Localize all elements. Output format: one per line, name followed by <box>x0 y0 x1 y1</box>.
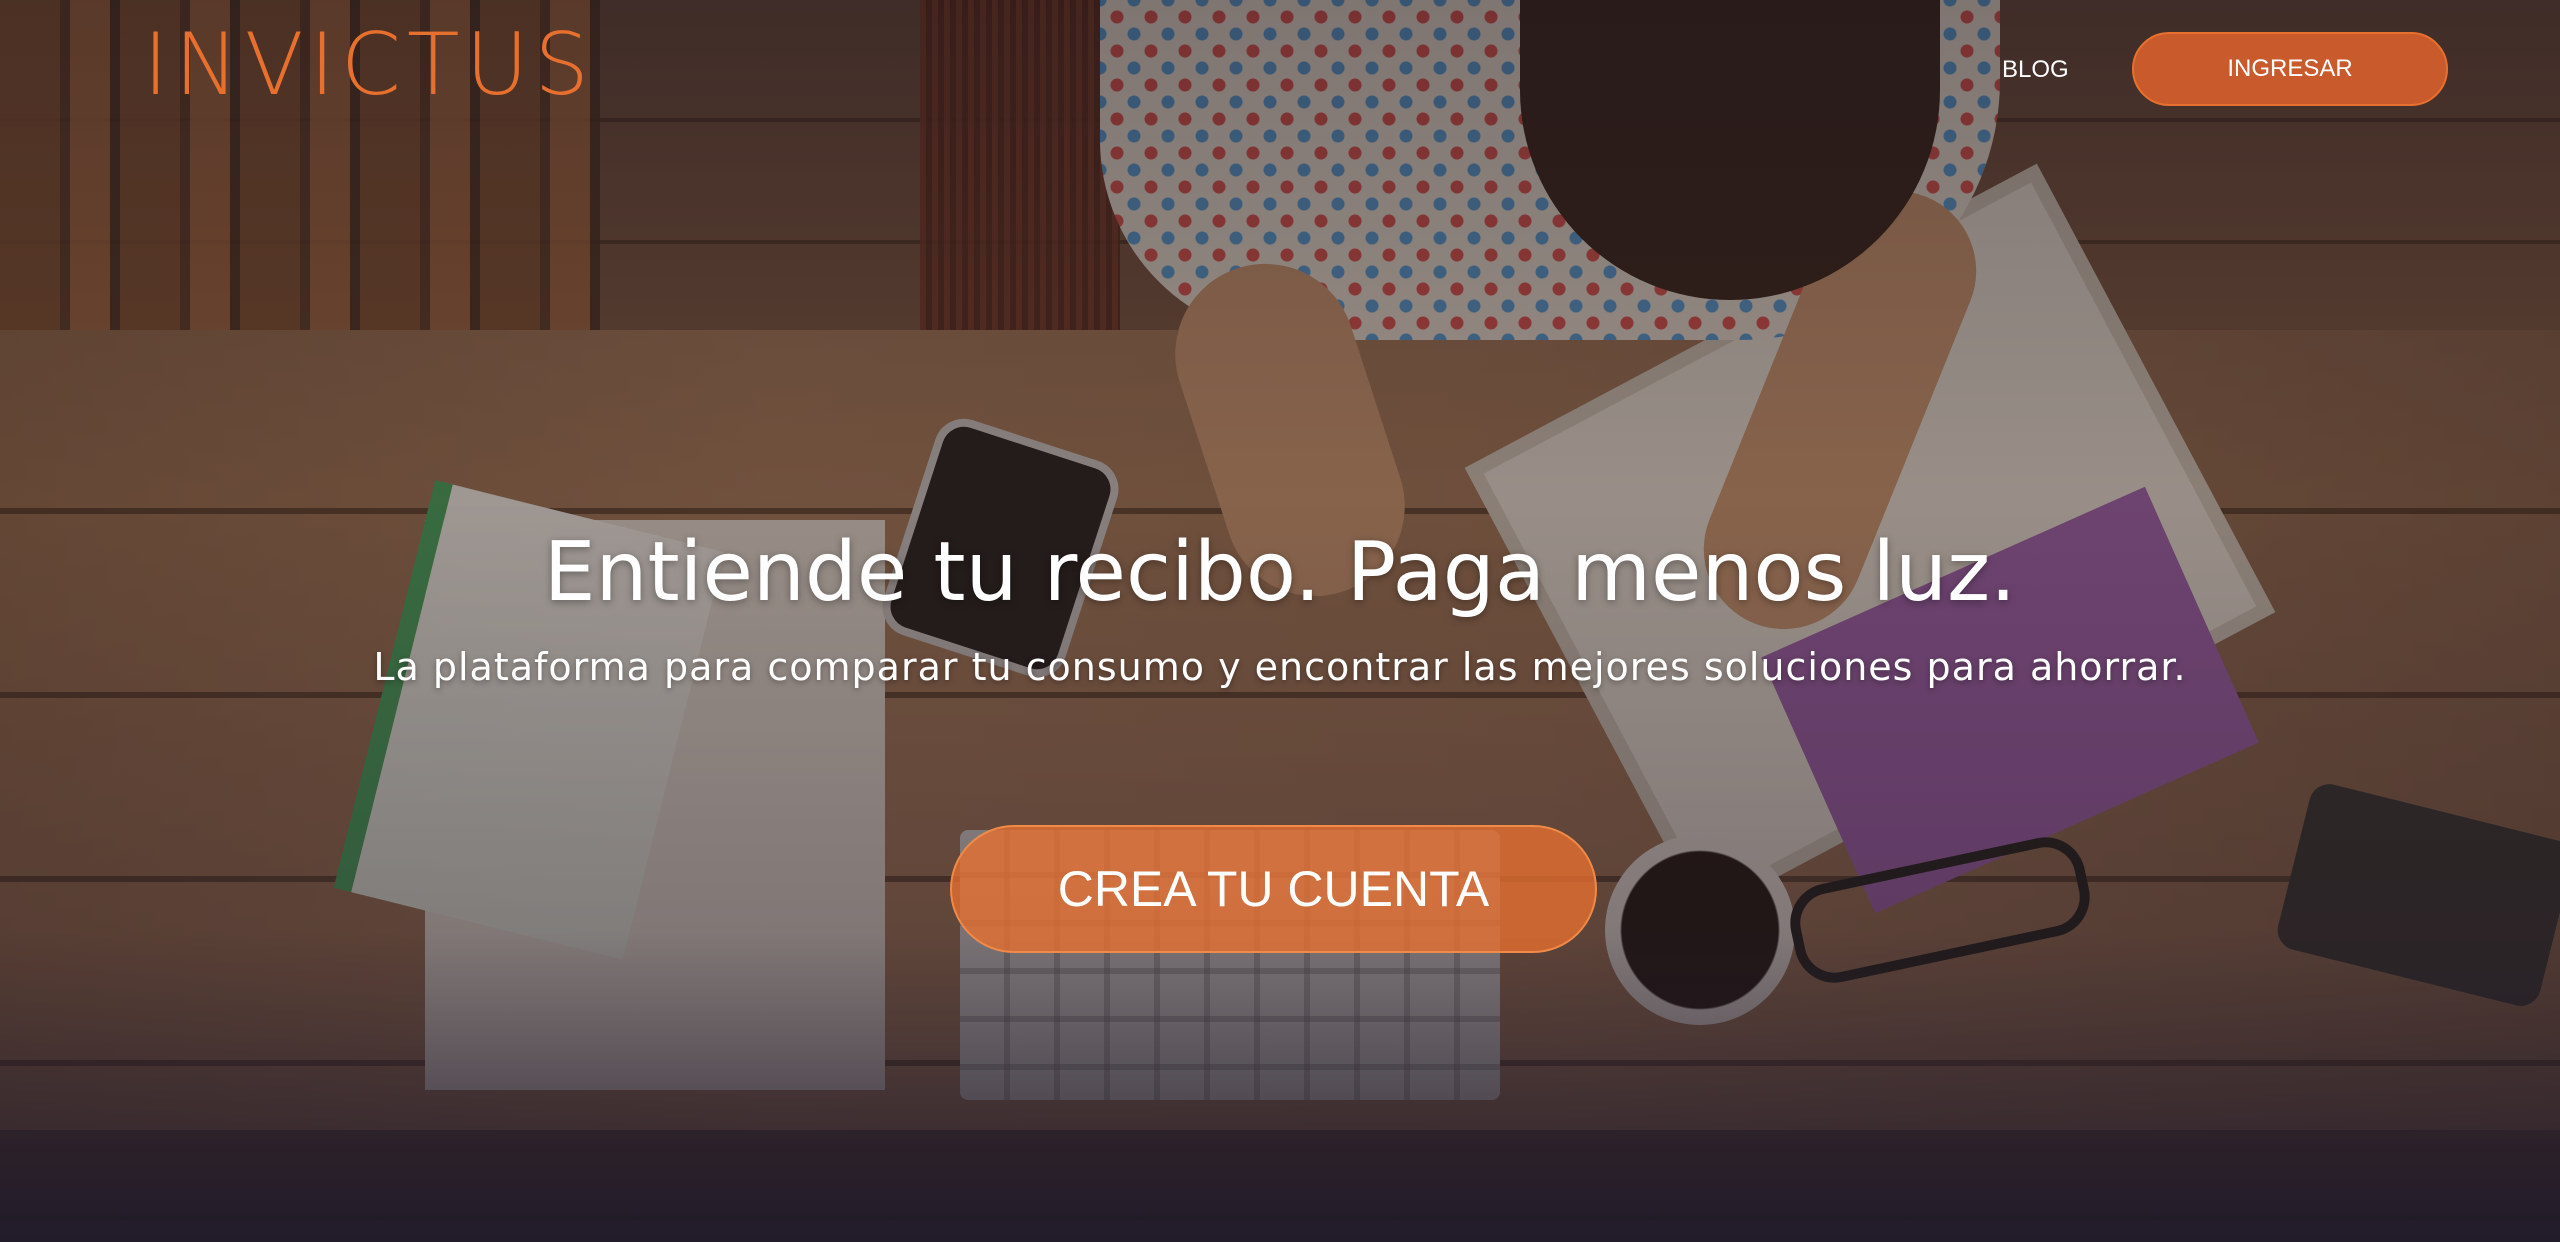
create-account-button[interactable]: CREA TU CUENTA <box>950 825 1597 953</box>
hero-headline: Entiende tu recibo. Paga menos luz. <box>543 525 2017 620</box>
login-button[interactable]: INGRESAR <box>2132 32 2448 106</box>
nav-blog-link[interactable]: BLOG <box>2002 56 2069 84</box>
brand-logo[interactable]: INVICTUS <box>143 22 595 108</box>
hero-background-photo <box>0 0 2560 1242</box>
hero-subheadline: La plataforma para comparar tu consumo y… <box>373 645 2187 689</box>
dark-overlay <box>0 0 2560 1242</box>
hero-section: INVICTUS BLOG INGRESAR Entiende tu recib… <box>0 0 2560 1242</box>
